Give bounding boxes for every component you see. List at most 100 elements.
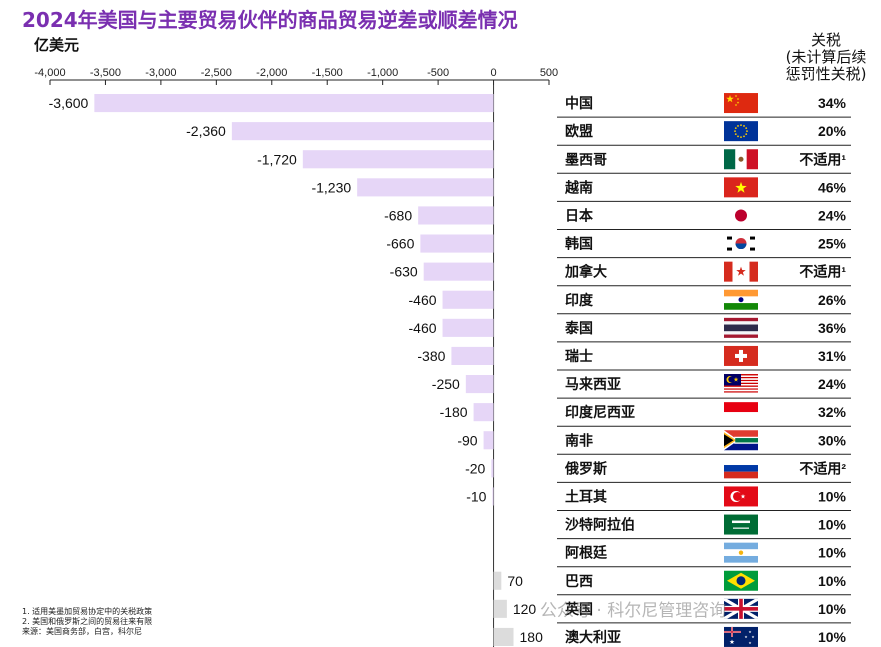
bar — [483, 431, 494, 450]
tariff-value: 36% — [818, 320, 847, 336]
argentina-flag — [724, 542, 758, 563]
australia-flag — [724, 626, 758, 647]
category-label: 墨西哥 — [565, 151, 607, 167]
x-tick-label: -3,000 — [145, 67, 176, 79]
tariff-value: 10% — [818, 601, 847, 617]
bar — [473, 403, 494, 422]
bar — [465, 375, 494, 394]
bar — [418, 206, 494, 225]
uk-flag — [724, 598, 758, 619]
flag-part — [724, 392, 758, 395]
flag-part — [737, 125, 739, 127]
flag-part — [743, 125, 745, 127]
tariff-value: 34% — [818, 95, 847, 111]
bar — [423, 262, 494, 281]
bar-value-label: -90 — [457, 432, 477, 448]
canada-flag — [724, 261, 758, 282]
flag-part — [724, 607, 758, 611]
flag-part — [724, 402, 758, 413]
category-label: 沙特阿拉伯 — [565, 517, 635, 533]
south-africa-flag — [724, 430, 758, 451]
tariff-value: 25% — [818, 236, 847, 252]
category-label: 南非 — [565, 432, 593, 448]
tariff-value: 不适用¹ — [799, 264, 846, 280]
x-tick-label: -4,000 — [34, 67, 65, 79]
bar — [357, 178, 494, 197]
tariff-value: 24% — [818, 376, 847, 392]
malaysia-flag — [724, 374, 758, 395]
category-label: 马来西亚 — [565, 376, 621, 392]
bar-value-label: -2,360 — [186, 123, 226, 139]
flag-part — [740, 124, 742, 127]
flag-part — [724, 458, 758, 466]
brazil-flag — [724, 570, 758, 591]
bar-value-label: -180 — [440, 404, 468, 420]
flag-part — [745, 133, 748, 136]
mexico-flag — [724, 149, 758, 170]
category-label: 韩国 — [565, 236, 593, 252]
flag-part — [724, 631, 741, 633]
bar-value-label: 120 — [513, 601, 537, 617]
category-label: 越南 — [564, 179, 593, 195]
tariff-value: 10% — [818, 573, 847, 589]
tariff-value: 32% — [818, 404, 847, 420]
flag-part — [724, 261, 733, 282]
eu-flag — [724, 121, 758, 142]
flag-part — [733, 491, 742, 501]
category-label: 阿根廷 — [565, 545, 608, 561]
flag-part — [746, 149, 758, 170]
flag-part — [735, 353, 747, 358]
bar — [493, 571, 502, 590]
flag-part — [724, 303, 758, 310]
saudi-arabia-flag — [724, 514, 758, 535]
bar-value-label: -630 — [390, 264, 418, 280]
bar — [94, 94, 494, 113]
flag-part — [724, 324, 758, 332]
bar-value-label: -380 — [417, 348, 445, 364]
category-label: 瑞士 — [565, 348, 593, 364]
tariff-value: 10% — [818, 629, 847, 645]
flag-part — [734, 127, 737, 130]
category-label: 澳大利亚 — [565, 629, 621, 645]
bar — [302, 150, 494, 169]
flag-part — [734, 133, 737, 136]
flag-part — [724, 542, 758, 550]
tariff-value: 30% — [818, 432, 847, 448]
india-flag — [724, 289, 758, 310]
flag-part — [745, 127, 748, 130]
flag-part — [732, 520, 750, 524]
x-tick-label: -1,000 — [367, 67, 398, 79]
watermark: 公众号 · 科尔尼管理咨询 — [540, 601, 727, 621]
tariff-value: 31% — [818, 348, 847, 364]
flag-part — [735, 438, 758, 443]
category-label: 印度尼西亚 — [565, 404, 635, 420]
flag-part — [727, 247, 732, 251]
tariff-value: 不适用² — [799, 460, 846, 476]
flag-part — [724, 385, 758, 387]
category-label: 泰国 — [564, 320, 593, 336]
x-tick-label: 500 — [540, 67, 558, 79]
flag-part — [724, 389, 758, 392]
tariff-value: 10% — [818, 517, 847, 533]
bar — [442, 318, 494, 337]
footnotes: 1. 适用美墨加贸易协定中的关税政策 2. 美国和俄罗斯之间的贸易往来有限 来源… — [22, 607, 152, 637]
japan-flag — [724, 205, 758, 226]
flag-part — [746, 130, 748, 133]
flag-part — [724, 121, 758, 142]
category-label: 欧盟 — [565, 123, 593, 139]
bar — [451, 346, 494, 365]
bar-value-label: -460 — [409, 292, 437, 308]
indonesia-flag — [724, 402, 758, 423]
category-label: 俄罗斯 — [564, 460, 607, 476]
korea-flag — [724, 233, 758, 254]
bar — [493, 599, 507, 618]
flag-part — [750, 247, 755, 251]
tariff-value: 26% — [818, 292, 847, 308]
flag-part — [740, 136, 742, 139]
footnote: 1. 适用美墨加贸易协定中的关税政策 — [22, 607, 153, 616]
bar-value-label: -680 — [384, 207, 412, 223]
bar-value-label: -1,720 — [257, 151, 297, 167]
flag-part — [724, 471, 758, 479]
bar — [442, 290, 494, 309]
bar-value-label: -3,600 — [49, 95, 89, 111]
